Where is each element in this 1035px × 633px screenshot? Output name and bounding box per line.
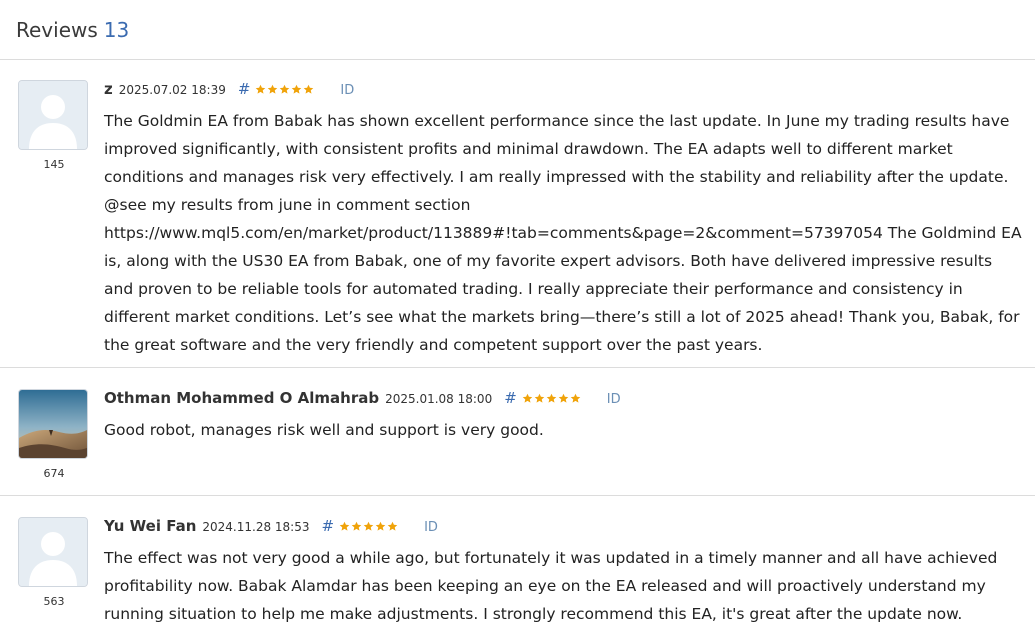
star-icon — [351, 521, 362, 531]
review-content: z 2025.07.02 18:39 # ID The Goldmin EA f… — [104, 80, 1025, 359]
review-item: 563 Yu Wei Fan 2024.11.28 18:53 # ID The… — [0, 496, 1035, 633]
default-avatar-icon[interactable] — [18, 517, 88, 587]
star-icon — [546, 393, 557, 403]
review-permalink[interactable]: # — [504, 389, 517, 407]
review-meta: z 2025.07.02 18:39 # ID — [104, 80, 1025, 102]
reviews-header: Reviews 13 — [0, 0, 1035, 60]
review-meta: Yu Wei Fan 2024.11.28 18:53 # ID — [104, 517, 1025, 539]
reviewer-rating-count: 674 — [43, 467, 65, 480]
review-date: 2025.07.02 18:39 — [118, 83, 226, 97]
review-avatar-column: 145 — [18, 80, 90, 171]
review-id-link[interactable]: ID — [424, 520, 438, 535]
review-avatar-column: 674 — [18, 389, 90, 480]
review-text: Good robot, manages risk well and suppor… — [104, 421, 544, 439]
star-icon — [292, 84, 302, 94]
star-icon — [534, 393, 545, 403]
star-rating — [339, 521, 398, 532]
desert-photo-avatar[interactable] — [18, 389, 88, 459]
star-icon — [375, 521, 386, 531]
review-content: Othman Mohammed O Almahrab 2025.01.08 18… — [104, 389, 1025, 444]
review-permalink[interactable]: # — [238, 80, 251, 98]
review-author[interactable]: Othman Mohammed O Almahrab — [104, 389, 379, 407]
review-avatar-column: 563 — [18, 517, 90, 608]
star-rating — [255, 84, 314, 95]
review-text: The effect was not very good a while ago… — [104, 549, 998, 623]
review-date: 2025.01.08 18:00 — [385, 392, 493, 406]
review-author[interactable]: z — [104, 80, 113, 98]
star-icon — [280, 84, 290, 94]
star-icon — [268, 84, 278, 94]
reviewer-rating-count: 145 — [43, 158, 65, 171]
default-avatar-icon[interactable] — [18, 80, 88, 150]
review-meta: Othman Mohammed O Almahrab 2025.01.08 18… — [104, 389, 1025, 411]
star-icon — [570, 393, 581, 403]
star-icon — [363, 521, 374, 531]
review-permalink[interactable]: # — [322, 517, 335, 535]
review-author[interactable]: Yu Wei Fan — [104, 517, 196, 535]
review-item: 674 Othman Mohammed O Almahrab 2025.01.0… — [0, 368, 1035, 496]
reviewer-rating-count: 563 — [43, 595, 65, 608]
review-content: Yu Wei Fan 2024.11.28 18:53 # ID The eff… — [104, 517, 1025, 628]
star-icon — [558, 393, 569, 403]
star-icon — [522, 393, 533, 403]
review-id-link[interactable]: ID — [607, 392, 621, 407]
star-icon — [339, 521, 350, 531]
star-icon — [304, 84, 314, 94]
review-date: 2024.11.28 18:53 — [202, 520, 310, 534]
star-icon — [387, 521, 398, 531]
star-icon — [256, 84, 266, 94]
review-item: 145 z 2025.07.02 18:39 # ID The Goldmin … — [0, 60, 1035, 368]
reviews-count: 13 — [103, 17, 130, 42]
review-id-link[interactable]: ID — [340, 83, 354, 98]
reviews-title: Reviews — [16, 17, 98, 42]
star-rating — [522, 393, 581, 404]
review-text: The Goldmin EA from Babak has shown exce… — [104, 112, 1022, 354]
